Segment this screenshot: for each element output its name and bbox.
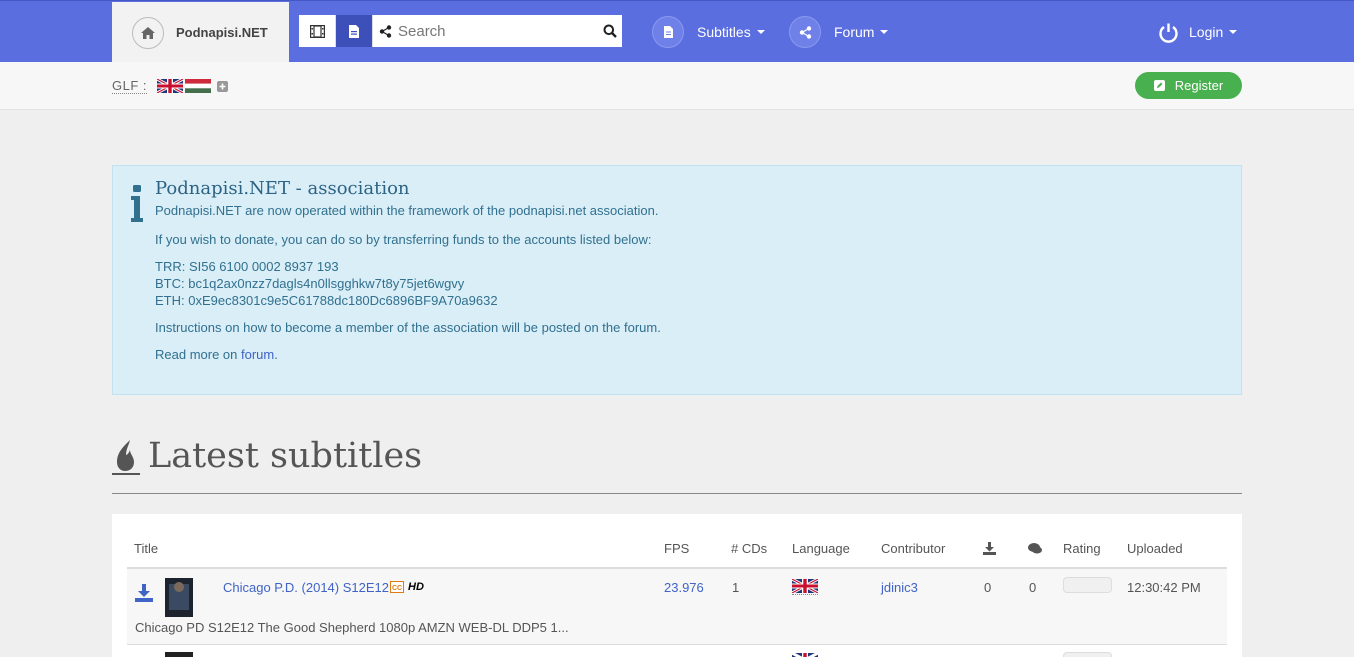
search-box bbox=[373, 15, 622, 47]
closed-captions-icon: CC bbox=[390, 581, 404, 593]
forum-link[interactable]: forum bbox=[241, 347, 274, 362]
language-filter-bar: GLF : Register bbox=[0, 62, 1354, 110]
subtitle-title-link[interactable]: Chicago P.D. (2014) S12E12 bbox=[223, 580, 389, 595]
forum-menu[interactable]: Forum bbox=[789, 16, 889, 48]
global-language-filter: GLF : bbox=[112, 78, 229, 94]
column-header-rating[interactable]: Rating bbox=[1063, 541, 1101, 556]
column-header-language[interactable]: Language bbox=[792, 541, 850, 556]
share-icon bbox=[789, 16, 821, 48]
eth-account: ETH: 0xE9ec8301c9e5C61788dc180Dc6896BF9A… bbox=[155, 293, 498, 308]
search-input[interactable] bbox=[398, 16, 597, 46]
share-icon[interactable] bbox=[373, 24, 398, 38]
cds-value: 1 bbox=[732, 580, 740, 595]
fps-value[interactable]: 23.976 bbox=[664, 580, 704, 595]
comments-column-icon[interactable] bbox=[1028, 543, 1042, 555]
download-icon[interactable] bbox=[135, 584, 153, 602]
document-icon bbox=[652, 16, 684, 48]
trr-account: TRR: SI56 6100 0002 8937 193 bbox=[155, 259, 339, 274]
register-label: Register bbox=[1174, 78, 1224, 93]
glf-label: GLF : bbox=[112, 78, 148, 94]
alert-text: If you wish to donate, you can do so by … bbox=[155, 232, 652, 247]
btc-account: BTC: bc1q2ax0nzz7dagls4n0llsgghkw7t8y75j… bbox=[155, 276, 465, 291]
login-menu[interactable]: Login bbox=[1158, 16, 1238, 48]
table-row: Chicago P.D. (2014) S12E12 CC HD 23.976 … bbox=[127, 569, 1227, 645]
table-row bbox=[127, 646, 1227, 657]
downloads-count: 0 bbox=[984, 580, 992, 595]
home-icon bbox=[132, 16, 164, 49]
upload-time: 12:30:42 PM bbox=[1127, 580, 1201, 595]
subtitles-menu[interactable]: Subtitles bbox=[652, 16, 765, 48]
contributor-link[interactable]: jdinic3 bbox=[881, 580, 918, 595]
login-menu-label: Login bbox=[1189, 24, 1224, 40]
downloads-column-icon[interactable] bbox=[983, 542, 996, 555]
hd-badge: HD bbox=[408, 581, 424, 593]
latest-subtitles-heading: Latest subtitles bbox=[112, 430, 1242, 494]
top-navbar: Podnapisi.NET Subtitles Forum Login bbox=[0, 0, 1354, 63]
alert-title: Podnapisi.NET - association bbox=[155, 178, 410, 199]
uk-flag-icon[interactable] bbox=[157, 79, 184, 93]
caret-down-icon bbox=[756, 30, 765, 34]
caret-down-icon bbox=[1229, 30, 1238, 34]
brand-home-link[interactable]: Podnapisi.NET bbox=[112, 2, 289, 63]
association-alert: Podnapisi.NET - association Podnapisi.NE… bbox=[112, 165, 1242, 395]
uk-flag-icon bbox=[792, 653, 818, 657]
read-more-text: Read more on forum. bbox=[155, 346, 661, 363]
film-icon bbox=[309, 24, 325, 38]
column-header-cds[interactable]: # CDs bbox=[731, 541, 767, 556]
comments-count: 0 bbox=[1029, 580, 1037, 595]
poster-thumbnail[interactable] bbox=[165, 578, 193, 617]
column-header-uploaded[interactable]: Uploaded bbox=[1127, 541, 1183, 556]
subtitle-filter-button[interactable] bbox=[336, 15, 373, 47]
info-icon bbox=[131, 185, 143, 222]
read-more-label: Read more on bbox=[155, 347, 241, 362]
forum-menu-label: Forum bbox=[834, 24, 875, 40]
period: . bbox=[274, 347, 278, 362]
alert-text: Podnapisi.NET are now operated within th… bbox=[155, 203, 659, 218]
rating-bar bbox=[1063, 652, 1112, 657]
column-header-contributor[interactable]: Contributor bbox=[881, 541, 945, 556]
alert-text: Instructions on how to become a member o… bbox=[155, 320, 661, 335]
brand-name: Podnapisi.NET bbox=[176, 25, 268, 40]
poster-thumbnail[interactable] bbox=[165, 652, 193, 657]
column-header-title[interactable]: Title bbox=[134, 541, 158, 556]
column-header-fps[interactable]: FPS bbox=[664, 541, 689, 556]
flame-icon bbox=[112, 440, 140, 475]
rating-bar bbox=[1063, 577, 1112, 593]
subtitles-menu-label: Subtitles bbox=[697, 24, 751, 40]
svg-text:CC: CC bbox=[392, 585, 402, 592]
add-language-icon[interactable] bbox=[217, 80, 229, 92]
register-button[interactable]: Register bbox=[1135, 72, 1242, 99]
uk-flag-icon bbox=[792, 579, 818, 595]
document-icon bbox=[349, 24, 359, 38]
search-icon[interactable] bbox=[597, 24, 622, 38]
movie-filter-button[interactable] bbox=[299, 15, 336, 47]
page-title: Latest subtitles bbox=[148, 436, 423, 476]
caret-down-icon bbox=[880, 30, 889, 34]
subtitles-table: Title FPS # CDs Language Contributor Rat… bbox=[112, 514, 1242, 657]
edit-icon bbox=[1153, 80, 1165, 91]
power-icon bbox=[1159, 23, 1178, 43]
release-name[interactable]: Chicago PD S12E12 The Good Shepherd 1080… bbox=[135, 620, 569, 635]
hungary-flag-icon[interactable] bbox=[185, 79, 212, 93]
